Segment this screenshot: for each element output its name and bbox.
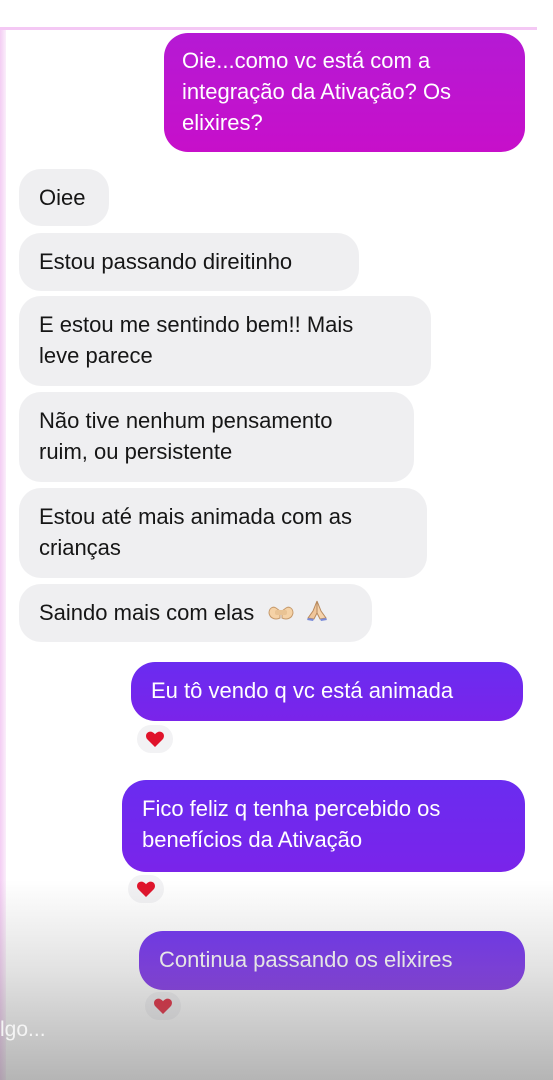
message-line: Continua passando os elixires [159, 947, 453, 972]
message-sent-1[interactable]: Oie...como vc está com a integração da A… [164, 33, 525, 152]
message-composer-placeholder[interactable]: lgo... [0, 1018, 46, 1042]
message-line: elixires? [182, 110, 263, 135]
reaction-badge[interactable] [126, 873, 166, 905]
heart-icon [145, 730, 165, 748]
message-sent-2[interactable]: Eu tô vendo q vc está animada [131, 662, 523, 721]
message-line: Estou até mais animada com as [39, 504, 353, 529]
message-sent-3[interactable]: Fico feliz q tenha percebido os benefíci… [122, 780, 525, 872]
reaction-badge[interactable] [143, 990, 183, 1022]
message-line: crianças [39, 535, 121, 560]
message-line: Saindo mais com elas [39, 600, 255, 625]
message-line: Oie...como vc está com a [182, 48, 431, 73]
message-line: E estou me sentindo bem!! Mais [39, 312, 354, 337]
message-line: Eu tô vendo q vc está animada [151, 678, 454, 703]
message-received-4[interactable]: Não tive nenhum pensamento ruim, ou pers… [19, 392, 414, 482]
message-line: leve parece [39, 343, 153, 368]
message-received-3[interactable]: E estou me sentindo bem!! Mais leve pare… [19, 296, 431, 386]
message-line: Estou passando direitinho [39, 249, 293, 274]
message-line: benefícios da Ativação [142, 827, 363, 852]
folded-hands-emoji-icon [304, 598, 330, 630]
message-line: Oiee [39, 185, 86, 210]
message-received-5[interactable]: Estou até mais animada com as crianças [19, 488, 427, 578]
reaction-badge[interactable] [135, 723, 175, 755]
hands-clapping-emoji-icon [266, 599, 296, 630]
heart-icon [136, 880, 156, 898]
chat-thread[interactable]: Oie...como vc está com a integração da A… [6, 33, 537, 1080]
message-line: integração da Ativação? Os [182, 79, 452, 104]
message-received-1[interactable]: Oiee [19, 169, 109, 226]
message-received-6[interactable]: Saindo mais com elas [19, 584, 372, 642]
message-line: Fico feliz q tenha percebido os [142, 796, 441, 821]
message-line: Não tive nenhum pensamento [39, 408, 333, 433]
right-edge [537, 0, 553, 1080]
message-received-2[interactable]: Estou passando direitinho [19, 233, 359, 291]
message-sent-4[interactable]: Continua passando os elixires [139, 931, 525, 990]
heart-icon [153, 997, 173, 1015]
top-frame [0, 0, 553, 30]
message-line: ruim, ou persistente [39, 439, 233, 464]
